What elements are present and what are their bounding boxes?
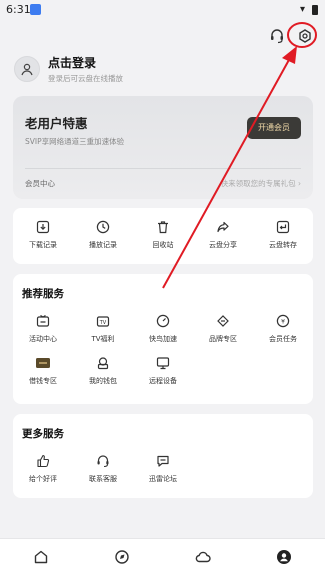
svg-text:¥: ¥: [281, 318, 285, 325]
speed-boost-button[interactable]: 快鸟加速: [133, 314, 193, 344]
avatar[interactable]: [14, 56, 40, 82]
svg-text:TV: TV: [99, 320, 107, 326]
service-label: 快鸟加速: [149, 335, 177, 343]
vip-promo-card[interactable]: 老用户特惠 SVIP享网络通道三重加速体验 开通会员 会员中心 快来领取您的专属…: [13, 96, 313, 199]
customer-service-icon[interactable]: [269, 28, 285, 44]
remote-device-button[interactable]: 远程设备: [133, 356, 193, 386]
status-bar: 6:31 ▾: [0, 0, 325, 22]
tool-label: 下载记录: [29, 241, 57, 249]
open-vip-button[interactable]: 开通会员: [247, 117, 301, 139]
download-icon: [36, 220, 50, 234]
member-task-button[interactable]: ¥ 会员任务: [253, 314, 313, 344]
arrow-head: [282, 46, 297, 64]
discover-icon: [114, 549, 130, 569]
tv-activity-icon: [36, 314, 50, 328]
remote-icon: [156, 356, 170, 370]
vip-divider: [25, 168, 301, 169]
tool-label: 云盘分享: [209, 241, 237, 249]
tv-welfare-button[interactable]: TV TV福利: [73, 314, 133, 344]
login-subtitle: 登录后可云盘在线播放: [48, 74, 123, 83]
loan-icon: [35, 356, 51, 370]
bottom-nav: [0, 538, 325, 578]
service-label: 给个好评: [29, 475, 57, 483]
service-label: 借钱专区: [29, 377, 57, 385]
wallet-icon: [96, 356, 110, 370]
profile-tab[interactable]: [244, 539, 325, 578]
discover-tab[interactable]: [81, 539, 162, 578]
headset-icon: [96, 454, 110, 468]
forum-icon: [156, 454, 170, 468]
recommended-title: 推荐服务: [22, 288, 64, 300]
vip-title: 老用户特惠: [25, 116, 88, 131]
tv-icon: TV: [96, 314, 110, 328]
service-label: 迅雷论坛: [149, 475, 177, 483]
tool-label: 播放记录: [89, 241, 117, 249]
activity-center-button[interactable]: 活动中心: [13, 314, 73, 344]
tools-card: 下载记录 播放记录 回收站 云盘分享 云盘转存: [13, 208, 313, 264]
brand-zone-button[interactable]: 品牌专区: [193, 314, 253, 344]
service-label: 我的钱包: [89, 377, 117, 385]
service-label: 联系客服: [89, 475, 117, 483]
brand-icon: [216, 314, 230, 328]
cloud-tab[interactable]: [163, 539, 244, 578]
my-wallet-button[interactable]: 我的钱包: [73, 356, 133, 386]
more-services-title: 更多服务: [22, 428, 64, 440]
app-notification-icon: [30, 4, 41, 15]
forum-button[interactable]: 迅雷论坛: [133, 454, 193, 484]
service-label: 品牌专区: [209, 335, 237, 343]
battery-icon: [312, 5, 318, 15]
recommended-services-card: 推荐服务 活动中心 TV TV福利 快鸟加速 品牌专区 ¥ 会员任务 借钱专区: [13, 274, 313, 404]
trash-icon: [156, 220, 170, 234]
tool-label: 云盘转存: [269, 241, 297, 249]
profile-icon: [276, 549, 292, 569]
tool-label: 回收站: [152, 241, 174, 249]
download-records-button[interactable]: 下载记录: [13, 220, 73, 250]
service-label: 会员任务: [269, 335, 297, 343]
top-actions: [269, 26, 313, 46]
status-time: 6:31: [6, 3, 31, 16]
thumbs-up-icon: [36, 454, 50, 468]
cloud-transfer-button[interactable]: 云盘转存: [253, 220, 313, 250]
rate-app-button[interactable]: 给个好评: [13, 454, 73, 484]
gift-package-link[interactable]: 快来领取您的专属礼包 ›: [221, 178, 301, 189]
loan-zone-button[interactable]: 借钱专区: [13, 356, 73, 386]
wifi-icon: ▾: [299, 4, 305, 15]
service-label: 远程设备: [149, 377, 177, 385]
more-services-card: 更多服务 给个好评 联系客服 迅雷论坛: [13, 414, 313, 498]
speed-icon: [156, 314, 170, 328]
share-icon: [216, 220, 230, 234]
transfer-icon: [276, 220, 290, 234]
cloud-share-button[interactable]: 云盘分享: [193, 220, 253, 250]
play-history-button[interactable]: 播放记录: [73, 220, 133, 250]
service-label: 活动中心: [29, 335, 57, 343]
settings-gear-icon[interactable]: [297, 28, 313, 44]
member-center-link[interactable]: 会员中心: [25, 178, 55, 189]
login-entry[interactable]: 点击登录 登录后可云盘在线播放: [14, 54, 123, 84]
clock-icon: [96, 220, 110, 234]
vip-description: SVIP享网络通道三重加速体验: [25, 137, 125, 146]
home-icon: [33, 549, 49, 569]
task-icon: ¥: [276, 314, 290, 328]
cloud-icon: [195, 549, 211, 569]
home-tab[interactable]: [0, 539, 81, 578]
login-title[interactable]: 点击登录: [48, 54, 123, 71]
contact-support-button[interactable]: 联系客服: [73, 454, 133, 484]
service-label: TV福利: [91, 335, 115, 343]
recycle-bin-button[interactable]: 回收站: [133, 220, 193, 250]
